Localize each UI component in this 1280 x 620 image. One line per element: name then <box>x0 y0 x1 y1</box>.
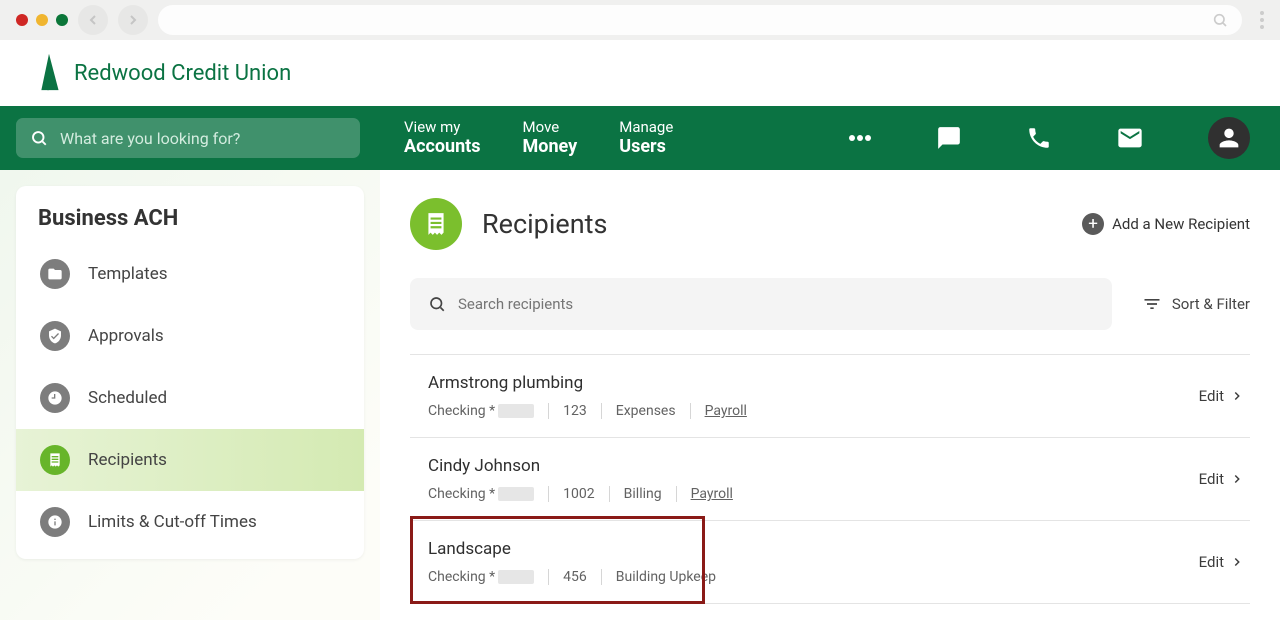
recipient-tag: 456 <box>549 569 602 585</box>
edit-label: Edit <box>1199 470 1224 488</box>
chat-icon[interactable] <box>936 125 962 151</box>
receipt-icon <box>40 445 70 475</box>
nav-icons <box>848 117 1264 159</box>
browser-chrome <box>0 0 1280 40</box>
more-icon[interactable] <box>848 134 872 142</box>
sidebar-item-label: Limits & Cut-off Times <box>88 512 257 532</box>
sidebar: Business ACH Templates Approvals Schedul… <box>16 186 364 559</box>
info-icon <box>40 507 70 537</box>
recipient-meta: Checking *1002BillingPayroll <box>428 486 747 502</box>
chevron-right-icon <box>1230 389 1244 403</box>
recipient-tag: 1002 <box>549 486 609 502</box>
search-icon <box>30 129 48 147</box>
masked-account-number <box>498 570 534 584</box>
search-icon <box>428 295 446 313</box>
recipient-tag: Billing <box>610 486 677 502</box>
url-bar[interactable] <box>158 5 1242 35</box>
edit-label: Edit <box>1199 387 1224 405</box>
folder-icon <box>40 259 70 289</box>
sidebar-item-label: Recipients <box>88 450 167 470</box>
recipient-row: Cindy Johnson Checking *1002BillingPayrol… <box>410 437 1250 520</box>
add-recipient-button[interactable]: + Add a New Recipient <box>1082 213 1250 235</box>
profile-avatar[interactable] <box>1208 117 1250 159</box>
logo-bar: Redwood Credit Union <box>0 40 1280 106</box>
add-recipient-label: Add a New Recipient <box>1112 215 1250 233</box>
content: Business ACH Templates Approvals Schedul… <box>0 170 1280 620</box>
sidebar-item-limits[interactable]: Limits & Cut-off Times <box>16 491 364 553</box>
sidebar-wrap: Business ACH Templates Approvals Schedul… <box>0 170 380 620</box>
nav-link-users[interactable]: Manage Users <box>619 118 673 158</box>
filter-icon <box>1142 294 1162 314</box>
recipients-page-icon <box>410 198 462 250</box>
recipient-name: Armstrong plumbing <box>428 373 761 393</box>
recipient-tag: Payroll <box>677 486 747 502</box>
global-search[interactable] <box>16 118 360 158</box>
sidebar-item-templates[interactable]: Templates <box>16 243 364 305</box>
main-nav: View my Accounts Move Money Manage Users <box>0 106 1280 170</box>
edit-label: Edit <box>1199 553 1224 571</box>
recipient-account: Checking * <box>428 486 549 502</box>
search-recipients[interactable] <box>410 278 1112 330</box>
mail-icon[interactable] <box>1116 124 1144 152</box>
brand-logo[interactable]: Redwood Credit Union <box>34 52 291 94</box>
recipient-account: Checking * <box>428 569 549 585</box>
plus-icon: + <box>1082 213 1104 235</box>
nav-link-accounts[interactable]: View my Accounts <box>404 118 481 158</box>
search-row: Sort & Filter <box>410 278 1250 330</box>
edit-recipient-button[interactable]: Edit <box>1199 387 1244 405</box>
recipient-tag: Expenses <box>602 403 691 419</box>
edit-recipient-button[interactable]: Edit <box>1199 470 1244 488</box>
masked-account-number <box>498 404 534 418</box>
window-zoom-icon[interactable] <box>56 14 68 26</box>
recipients-list: Armstrong plumbingChecking *123ExpensesP… <box>410 354 1250 604</box>
brand-name: Redwood Credit Union <box>74 61 291 86</box>
search-icon <box>1212 12 1228 28</box>
page-title: Recipients <box>482 208 607 240</box>
recipient-name: Landscape <box>428 539 730 559</box>
recipient-tag: Building Upkeep <box>602 569 730 585</box>
main: Recipients + Add a New Recipient Sort & … <box>380 170 1280 620</box>
nav-link-money[interactable]: Move Money <box>523 118 578 158</box>
window-close-icon[interactable] <box>16 14 28 26</box>
search-recipients-input[interactable] <box>458 295 1094 313</box>
chevron-right-icon <box>1230 472 1244 486</box>
recipient-meta: Checking *123ExpensesPayroll <box>428 403 761 419</box>
phone-icon[interactable] <box>1026 125 1052 151</box>
recipient-row: Landscape Checking *456Building Upkeep Edi… <box>410 520 1250 604</box>
nav-links: View my Accounts Move Money Manage Users <box>404 118 673 158</box>
sidebar-title: Business ACH <box>16 206 364 243</box>
shield-check-icon <box>40 321 70 351</box>
recipient-name: Cindy Johnson <box>428 456 747 476</box>
global-search-input[interactable] <box>60 129 346 148</box>
traffic-lights <box>16 14 68 26</box>
sidebar-item-label: Approvals <box>88 326 164 346</box>
sidebar-item-label: Scheduled <box>88 388 167 408</box>
clock-icon <box>40 383 70 413</box>
browser-menu-icon[interactable] <box>1252 11 1264 29</box>
sidebar-item-label: Templates <box>88 264 168 284</box>
browser-forward-button[interactable] <box>118 5 148 35</box>
recipient-meta: Checking *456Building Upkeep <box>428 569 730 585</box>
recipient-tag: Payroll <box>691 403 761 419</box>
recipient-account: Checking * <box>428 403 549 419</box>
recipient-tag: 123 <box>549 403 602 419</box>
sidebar-item-scheduled[interactable]: Scheduled <box>16 367 364 429</box>
chevron-right-icon <box>1230 555 1244 569</box>
sidebar-item-recipients[interactable]: Recipients <box>16 429 364 491</box>
edit-recipient-button[interactable]: Edit <box>1199 553 1244 571</box>
sort-filter-button[interactable]: Sort & Filter <box>1142 294 1250 314</box>
page-header: Recipients + Add a New Recipient <box>410 198 1250 250</box>
sort-filter-label: Sort & Filter <box>1172 295 1250 313</box>
window-minimize-icon[interactable] <box>36 14 48 26</box>
browser-back-button[interactable] <box>78 5 108 35</box>
recipient-row: Armstrong plumbing Checking *123ExpensesP… <box>410 354 1250 437</box>
sidebar-item-approvals[interactable]: Approvals <box>16 305 364 367</box>
masked-account-number <box>498 487 534 501</box>
